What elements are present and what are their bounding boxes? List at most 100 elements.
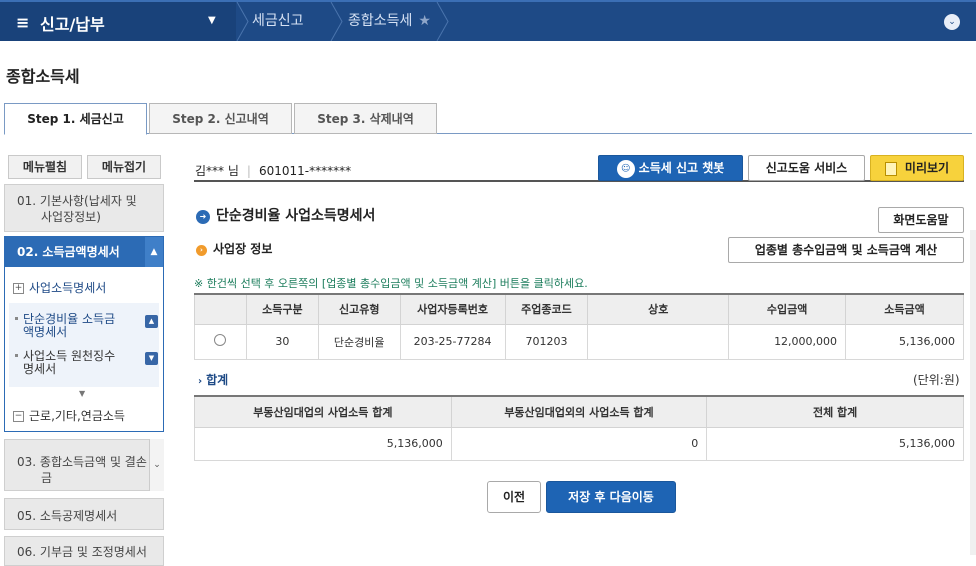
scrollbar[interactable] [970, 230, 976, 555]
bullet-icon [15, 354, 18, 357]
chevron-up-icon[interactable]: ▲ [145, 237, 163, 267]
notice-text: ※ 한건씩 선택 후 오른쪽의 [업종별 총수입금액 및 소득금액 계산] 버튼… [194, 277, 588, 290]
sidebar-sub-other-income[interactable]: − 근로,기타,연금소득 [13, 407, 125, 424]
tab-step2-history[interactable]: Step 2. 신고내역 [149, 103, 292, 134]
subsection-title: › 사업장 정보 [196, 240, 272, 257]
chatbot-button[interactable]: ☺ 소득세 신고 챗봇 [598, 155, 743, 181]
business-table: 소득구분 신고유형 사업자등록번호 주업종코드 상호 수입금액 소득금액 30 … [194, 293, 964, 360]
cell-income-type: 30 [245, 323, 319, 360]
table-header: 주업종코드 [504, 293, 589, 325]
user-info: 김*** 님 | 601011-******* [195, 162, 351, 179]
cell-biz-no: 203-25-77284 [399, 323, 506, 360]
menu-button[interactable]: ≡ 신고/납부 ▼ [0, 2, 236, 41]
sidebar-item-label-line1: 01. 기본사항(납세자 및 [17, 194, 137, 208]
sidebar-sub-business-income[interactable]: + 사업소득명세서 [13, 279, 106, 296]
preview-label: 미리보기 [904, 161, 950, 175]
cell-revenue: 12,000,000 [728, 323, 847, 360]
screen-help-button[interactable]: 화면도움말 [878, 207, 964, 233]
sidebar-sub-label: 사업소득 원천징수 명세서 [23, 349, 116, 376]
sidebar-item-label: 06. 기부금 및 조정명세서 [17, 545, 147, 559]
breadcrumb-comprehensive-income-tax[interactable]: 종합소득세 ★ [348, 2, 431, 41]
sidebar-item-label-line2: 사업장정보) [41, 210, 101, 224]
bullet-icon [15, 317, 18, 320]
breadcrumb-separator-icon [236, 2, 250, 41]
table-header: 수입금액 [728, 293, 847, 325]
tab-step3-deleted[interactable]: Step 3. 삭제내역 [294, 103, 437, 134]
user-id: 601011-******* [258, 164, 352, 178]
summary-title: › 합계 [198, 371, 228, 388]
plus-box-icon: + [13, 283, 24, 294]
minus-box-icon: − [13, 411, 24, 422]
dropdown-caret-icon: ▼ [208, 15, 216, 26]
table-header: 전체 합계 [706, 395, 964, 428]
sidebar-item-basic-info[interactable]: 01. 기본사항(납세자 및 사업장정보) [4, 184, 164, 232]
table-row[interactable]: 30 단순경비율 203-25-77284 701203 12,000,000 … [194, 323, 964, 360]
chevron-down-icon[interactable]: ⌄ [149, 439, 164, 491]
summary-table: 부동산임대업의 사업소득 합계 부동산임대업외의 사업소득 합계 전체 합계 5… [194, 395, 964, 461]
breadcrumb-separator-icon [436, 2, 450, 41]
menu-collapse-button[interactable]: 메뉴접기 [87, 155, 161, 179]
cell-trade-name [587, 323, 730, 360]
chevron-down-icon[interactable]: ▼ [145, 352, 158, 365]
sidebar-sub-label: 단순경비율 소득금 액명세서 [23, 312, 116, 339]
help-service-button[interactable]: 신고도움 서비스 [748, 155, 865, 181]
table-header: 사업자등록번호 [399, 293, 506, 325]
hamburger-icon: ≡ [16, 13, 30, 32]
expand-chevron-icon[interactable]: ⌄ [944, 14, 960, 30]
save-next-button[interactable]: 저장 후 다음이동 [546, 481, 676, 513]
subsection-title-text: 사업장 정보 [213, 242, 273, 256]
chatbot-label: 소득세 신고 챗봇 [638, 161, 725, 175]
cell-income: 5,136,000 [845, 323, 964, 360]
sidebar-item-deduction[interactable]: 05. 소득공제명세서 [4, 498, 164, 530]
table-row: 5,136,000 0 5,136,000 [194, 426, 964, 461]
prev-button[interactable]: 이전 [487, 481, 541, 513]
arrow-circle-icon: ➜ [196, 210, 210, 224]
table-header-select [194, 293, 247, 325]
sidebar-group-income-statement: 02. 소득금액명세서 ▲ + 사업소득명세서 단순경비율 소득금 액명세서 ▲ 사… [4, 236, 164, 432]
section-title: ➜ 단순경비율 사업소득명세서 [196, 205, 375, 225]
sidebar-item-income-statement[interactable]: 02. 소득금액명세서 ▲ [5, 237, 163, 267]
breadcrumb-separator-icon [330, 2, 344, 41]
table-header: 소득구분 [245, 293, 319, 325]
table-header: 상호 [587, 293, 730, 325]
favorite-star-icon[interactable]: ★ [418, 13, 431, 29]
row-radio-button[interactable] [214, 334, 227, 346]
preview-button[interactable]: 미리보기 [870, 155, 964, 181]
chevron-up-icon[interactable]: ▲ [145, 315, 158, 328]
row-select-cell [194, 323, 247, 360]
cell-non-rental-total: 0 [450, 426, 708, 461]
sidebar-sub-simple-expense[interactable]: 단순경비율 소득금 액명세서 ▲ [15, 312, 158, 343]
unit-label: (단위:원) [913, 373, 960, 387]
menu-title: 신고/납부 [40, 15, 105, 34]
sidebar-sub-label: 근로,기타,연금소득 [29, 409, 125, 423]
sidebar-item-label: 02. 소득금액명세서 [17, 245, 120, 259]
cell-rental-total: 5,136,000 [194, 426, 452, 461]
top-navigation-bar: ≡ 신고/납부 ▼ 세금신고 종합소득세 ★ ⌄ [0, 0, 976, 41]
table-header-row: 소득구분 신고유형 사업자등록번호 주업종코드 상호 수입금액 소득금액 [194, 293, 964, 325]
document-icon [884, 161, 897, 176]
summary-title-text: 합계 [206, 373, 229, 387]
sidebar-item-donation[interactable]: 06. 기부금 및 조정명세서 [4, 536, 164, 566]
page-title: 종합소득세 [6, 67, 80, 86]
sidebar-item-label: 05. 소득공제명세서 [17, 509, 118, 523]
scroll-down-icon[interactable]: ▼ [79, 389, 85, 398]
sidebar-sub-withholding[interactable]: 사업소득 원천징수 명세서 ▼ [15, 349, 158, 380]
table-header: 신고유형 [317, 293, 401, 325]
sidebar-item-label-line1: 03. 종합소득금액 및 결손 [17, 455, 147, 469]
menu-expand-button[interactable]: 메뉴펼침 [8, 155, 82, 179]
cell-industry-code: 701203 [504, 323, 589, 360]
cell-grand-total: 5,136,000 [706, 426, 964, 461]
table-header: 소득금액 [845, 293, 964, 325]
user-name: 김*** 님 [195, 164, 239, 178]
sidebar-sub-label: 사업소득명세서 [29, 281, 107, 295]
breadcrumb-tax-report[interactable]: 세금신고 [252, 2, 304, 41]
cell-report-type: 단순경비율 [317, 323, 401, 360]
calc-income-button[interactable]: 업종별 총수입금액 및 소득금액 계산 [728, 237, 964, 263]
sidebar-item-label-line2: 금 [41, 471, 53, 485]
arrow-circle-icon: › [196, 245, 207, 256]
table-header: 부동산임대업의 사업소득 합계 [194, 395, 452, 428]
sidebar-item-total-income[interactable]: 03. 종합소득금액 및 결손 금 ⌄ [4, 439, 164, 491]
breadcrumb-label: 종합소득세 [348, 13, 413, 29]
chevron-right-icon: › [198, 376, 203, 387]
tab-step1-report[interactable]: Step 1. 세금신고 [4, 103, 147, 135]
